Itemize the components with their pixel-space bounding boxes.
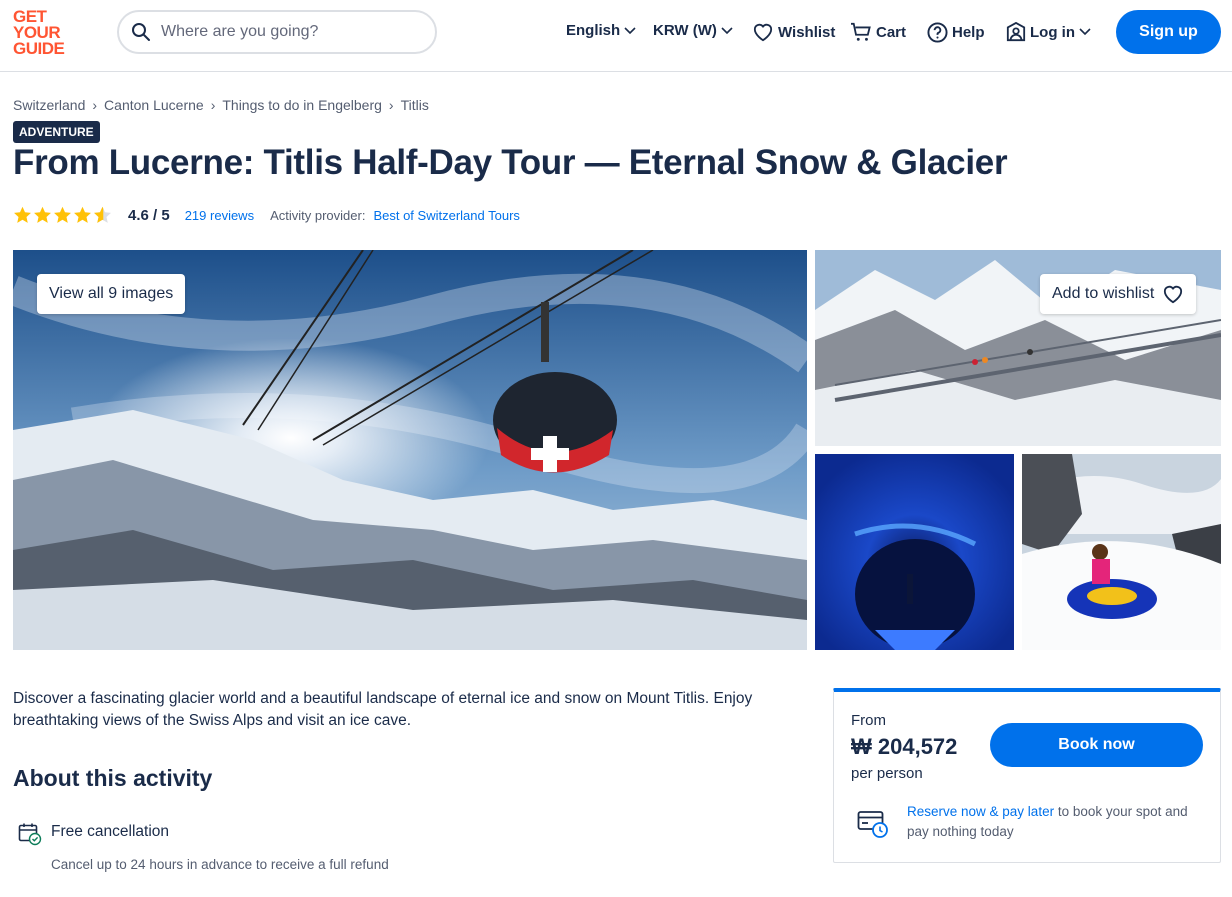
wishlist-label: Wishlist bbox=[778, 23, 836, 41]
reserve-now-link[interactable]: Reserve now & pay later bbox=[907, 804, 1054, 819]
help-link[interactable]: Help bbox=[927, 22, 989, 43]
breadcrumb-item-canton-lucerne[interactable]: Canton Lucerne bbox=[104, 97, 204, 113]
chevron-down-icon bbox=[624, 26, 636, 34]
search-input[interactable] bbox=[161, 23, 421, 41]
free-cancellation-subtitle: Cancel up to 24 hours in advance to rece… bbox=[51, 857, 389, 872]
rating-row: 4.6 / 5 219 reviews Activity provider: B… bbox=[13, 204, 520, 226]
user-icon bbox=[1006, 22, 1026, 42]
price-from-label: From bbox=[851, 712, 886, 729]
rating-value: 4.6 / 5 bbox=[128, 206, 170, 224]
cart-label: Cart bbox=[876, 23, 907, 41]
wishlist-link[interactable]: Wishlist bbox=[752, 22, 839, 42]
breadcrumb-item-titlis[interactable]: Titlis bbox=[401, 97, 429, 113]
activity-description: Discover a fascinating glacier world and… bbox=[13, 690, 753, 729]
star-half-icon bbox=[94, 206, 111, 223]
cart-icon bbox=[851, 22, 871, 41]
image-snow-tubing[interactable] bbox=[1022, 454, 1221, 650]
category-badge: ADVENTURE bbox=[13, 121, 100, 143]
breadcrumb-item-switzerland[interactable]: Switzerland bbox=[13, 97, 85, 113]
reviews-link[interactable]: 219 reviews bbox=[185, 208, 254, 223]
heart-icon bbox=[1164, 285, 1183, 304]
breadcrumb: Switzerland › Canton Lucerne › Things to… bbox=[13, 97, 429, 113]
add-to-wishlist-label: Add to wishlist bbox=[1052, 285, 1155, 302]
calendar-check-icon bbox=[18, 822, 42, 851]
star-icon bbox=[74, 206, 91, 223]
currency-selector[interactable]: KRW (W) bbox=[649, 22, 733, 39]
cart-link[interactable]: Cart bbox=[850, 22, 910, 42]
help-label: Help bbox=[952, 24, 985, 41]
heart-icon bbox=[753, 23, 773, 42]
chevron-right-icon: › bbox=[92, 97, 98, 113]
star-icon bbox=[34, 206, 51, 223]
add-to-wishlist-button[interactable]: Add to wishlist bbox=[1040, 274, 1197, 314]
currency-label: KRW (W) bbox=[653, 22, 717, 39]
sign-up-button[interactable]: Sign up bbox=[1116, 10, 1221, 54]
card-clock-icon bbox=[857, 809, 889, 844]
page-title: From Lucerne: Titlis Half-Day Tour — Ete… bbox=[13, 143, 1008, 182]
star-icon bbox=[14, 206, 31, 223]
price-value: ₩ 204,572 bbox=[851, 734, 958, 759]
star-rating bbox=[13, 206, 112, 224]
search-icon bbox=[132, 23, 150, 41]
free-cancellation-title: Free cancellation bbox=[51, 823, 170, 840]
chevron-right-icon: › bbox=[210, 97, 216, 113]
help-icon bbox=[927, 22, 948, 43]
about-heading: About this activity bbox=[13, 765, 213, 791]
breadcrumb-item-engelberg[interactable]: Things to do in Engelberg bbox=[222, 97, 382, 113]
login-label: Log in bbox=[1030, 23, 1075, 41]
view-all-images-button[interactable]: View all 9 images bbox=[37, 274, 186, 314]
search-bar[interactable] bbox=[117, 10, 437, 54]
star-icon bbox=[54, 206, 71, 223]
logo-line-3: GUIDE bbox=[13, 39, 65, 58]
image-ice-cave[interactable] bbox=[815, 454, 1014, 650]
site-header: GET YOUR GUIDE English KRW (W) Wishlist … bbox=[0, 0, 1232, 72]
provider-link[interactable]: Best of Switzerland Tours bbox=[373, 208, 519, 223]
booking-card: From ₩ 204,572 per person Book now Reser… bbox=[833, 688, 1221, 863]
login-link[interactable]: Log in bbox=[1006, 22, 1091, 42]
chevron-right-icon: › bbox=[388, 97, 394, 113]
book-now-button[interactable]: Book now bbox=[990, 723, 1203, 767]
chevron-down-icon bbox=[1079, 28, 1091, 36]
language-label: English bbox=[566, 22, 621, 39]
provider-label: Activity provider: bbox=[270, 207, 366, 223]
getyourguide-logo[interactable]: GET YOUR GUIDE bbox=[13, 8, 73, 58]
price-per-person: per person bbox=[851, 765, 923, 782]
language-selector[interactable]: English bbox=[562, 22, 636, 39]
reserve-info: Reserve now & pay later to book your spo… bbox=[907, 802, 1207, 842]
chevron-down-icon bbox=[721, 26, 733, 34]
